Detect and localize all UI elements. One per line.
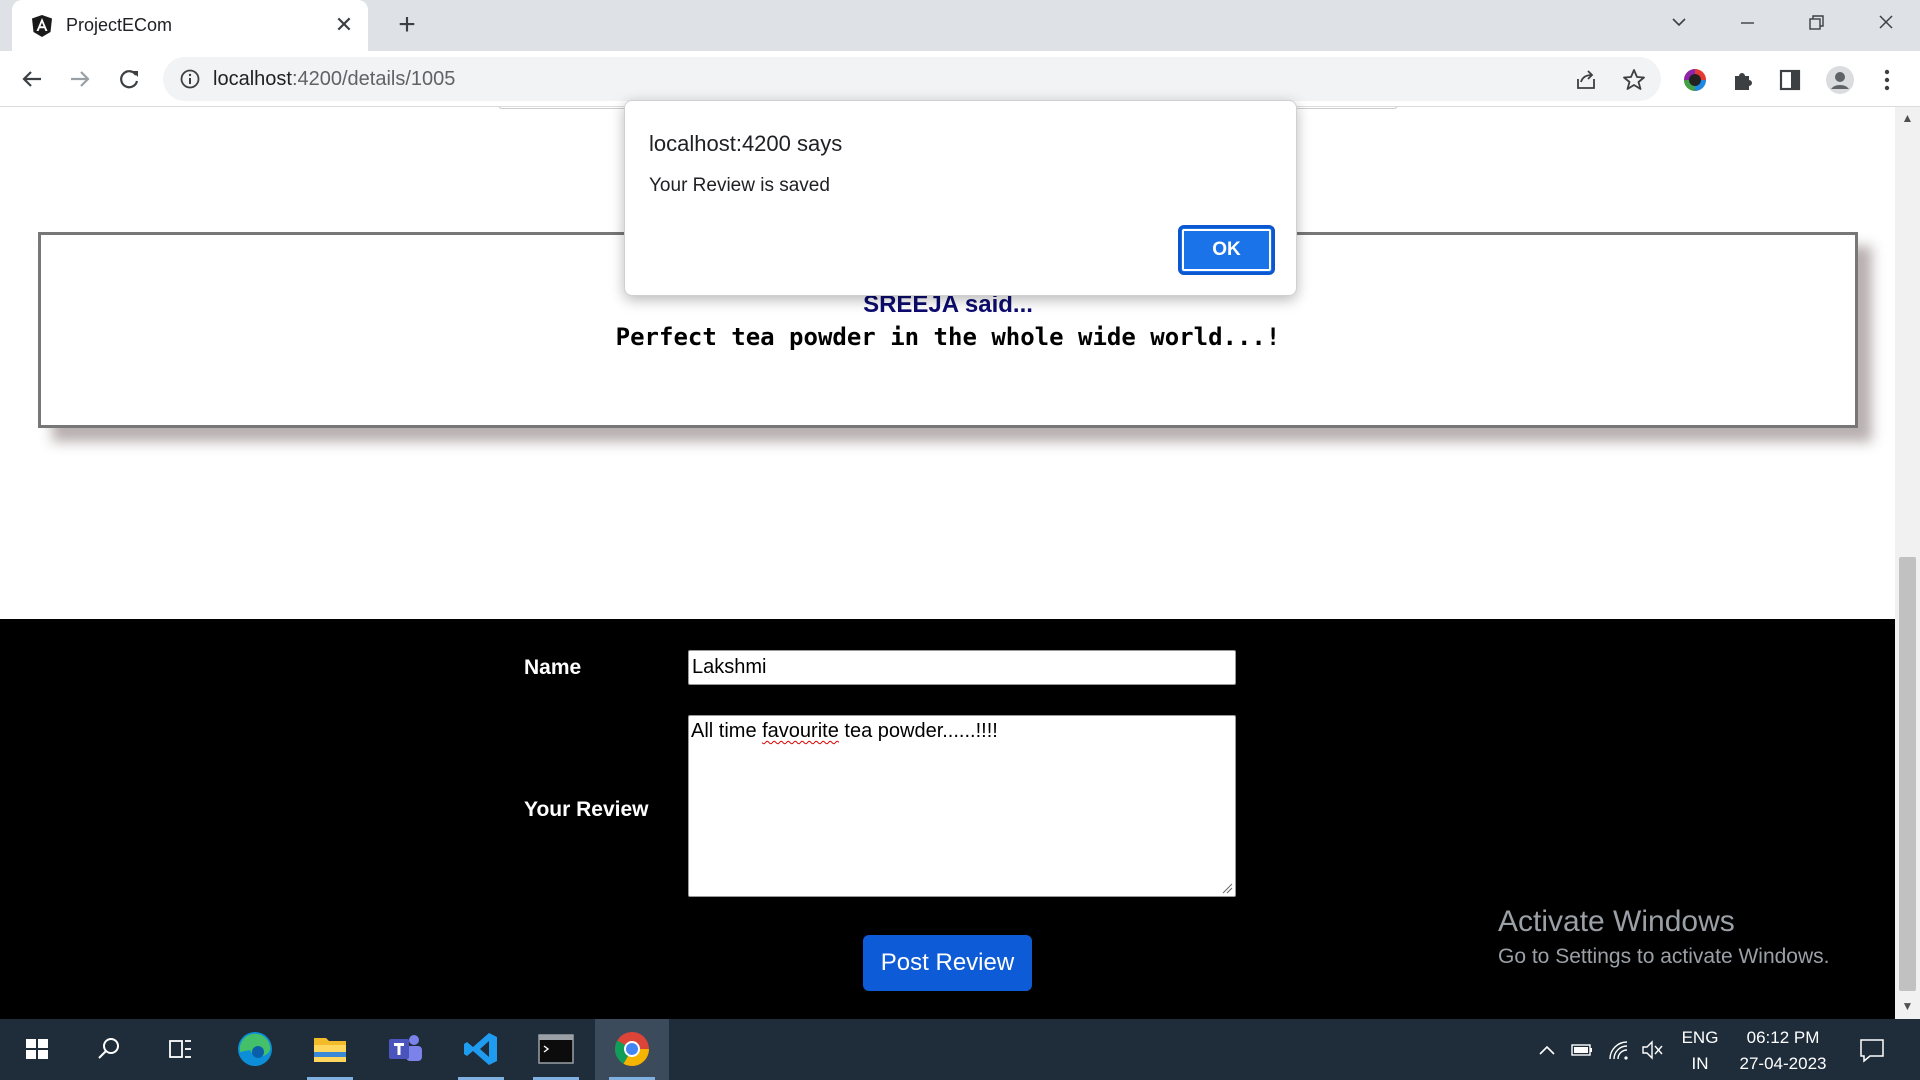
chrome-icon xyxy=(615,1032,649,1066)
search-icon xyxy=(98,1038,119,1059)
dialog-ok-button[interactable]: OK xyxy=(1178,225,1275,275)
taskbar-chrome[interactable] xyxy=(595,1019,669,1080)
windows-logo-icon xyxy=(26,1039,48,1059)
notification-center-icon[interactable] xyxy=(1858,1036,1886,1064)
side-panel-icon[interactable] xyxy=(1777,67,1803,93)
review-value-suffix: tea powder......!!!! xyxy=(838,720,998,742)
name-label: Name xyxy=(524,656,582,679)
scroll-down-arrow-icon[interactable]: ▼ xyxy=(1895,999,1920,1015)
scroll-up-arrow-icon[interactable]: ▲ xyxy=(1895,111,1920,127)
activate-windows-subtitle: Go to Settings to activate Windows. xyxy=(1498,945,1830,968)
dialog-message: Your Review is saved xyxy=(649,175,830,196)
activate-windows-title: Activate Windows xyxy=(1498,905,1735,938)
volume-muted-icon[interactable] xyxy=(1641,1039,1665,1061)
name-input[interactable] xyxy=(688,650,1236,685)
activate-windows-watermark: Activate Windows Go to Settings to activ… xyxy=(1498,905,1830,969)
tab-title: ProjectECom xyxy=(66,15,173,35)
tab-search-chevron-icon[interactable] xyxy=(1659,10,1699,36)
review-value-misspelled: favourite xyxy=(762,720,839,742)
review-textarea[interactable]: All time favourite tea powder......!!!! xyxy=(688,715,1236,897)
start-button[interactable] xyxy=(0,1019,74,1080)
extensions-puzzle-icon[interactable] xyxy=(1730,67,1756,93)
taskbar-edge[interactable] xyxy=(218,1019,292,1080)
color-extension-icon[interactable] xyxy=(1682,67,1708,93)
reload-icon[interactable] xyxy=(113,63,145,95)
browser-tab-strip: ProjectECom ✕ + xyxy=(0,0,1920,51)
share-icon[interactable] xyxy=(1573,67,1599,93)
task-view-icon xyxy=(169,1040,191,1058)
clock-time[interactable]: 06:12 PM xyxy=(1731,1028,1835,1048)
taskbar-search-button[interactable] xyxy=(72,1019,146,1080)
taskbar-file-explorer[interactable] xyxy=(293,1019,367,1080)
restore-icon[interactable] xyxy=(1796,10,1836,36)
browser-toolbar: localhost:4200/details/1005 xyxy=(0,51,1920,107)
scrollbar-thumb[interactable] xyxy=(1899,557,1916,991)
windows-taskbar: ENG IN 06:12 PM 27-04-2023 xyxy=(0,1019,1920,1080)
url-path: :4200/details/1005 xyxy=(291,68,456,90)
url-host: localhost xyxy=(213,68,292,90)
bookmark-star-icon[interactable] xyxy=(1621,67,1647,93)
teams-icon xyxy=(389,1035,422,1061)
edge-browser-icon xyxy=(238,1032,272,1066)
close-window-icon[interactable] xyxy=(1866,10,1906,36)
taskbar-terminal[interactable] xyxy=(519,1019,593,1080)
show-hidden-icons-chevron-icon[interactable] xyxy=(1535,1039,1559,1061)
vscode-icon xyxy=(464,1033,497,1065)
tab-close-icon[interactable]: ✕ xyxy=(332,13,356,37)
angular-logo-icon xyxy=(32,15,52,37)
address-bar[interactable]: localhost:4200/details/1005 xyxy=(163,57,1661,101)
battery-icon[interactable] xyxy=(1570,1039,1594,1061)
page-scrollbar[interactable]: ▲ ▼ xyxy=(1895,107,1920,1019)
task-view-button[interactable] xyxy=(143,1019,217,1080)
new-tab-plus-icon[interactable]: + xyxy=(392,10,422,41)
review-text: Perfect tea powder in the whole wide wor… xyxy=(615,323,1281,351)
clock-date[interactable]: 27-04-2023 xyxy=(1731,1054,1835,1074)
resize-grip-icon[interactable] xyxy=(1221,882,1233,894)
profile-avatar-icon[interactable] xyxy=(1825,65,1855,95)
more-menu-icon[interactable] xyxy=(1874,67,1900,93)
minimize-icon[interactable] xyxy=(1727,10,1767,36)
taskbar-teams[interactable] xyxy=(368,1019,442,1080)
folder-icon xyxy=(314,1038,346,1062)
terminal-icon xyxy=(538,1034,574,1064)
post-review-button[interactable]: Post Review xyxy=(863,935,1032,991)
url-text: localhost:4200/details/1005 xyxy=(213,68,455,91)
language-indicator-bottom[interactable]: IN xyxy=(1678,1054,1722,1074)
wifi-icon[interactable] xyxy=(1607,1039,1631,1061)
dialog-title: localhost:4200 says xyxy=(649,131,843,156)
browser-tab-projectecom[interactable]: ProjectECom ✕ xyxy=(12,0,368,51)
site-info-icon[interactable] xyxy=(179,68,201,90)
your-review-label: Your Review xyxy=(524,798,649,821)
forward-arrow-icon[interactable] xyxy=(64,63,96,95)
alert-dialog: localhost:4200 says Your Review is saved… xyxy=(624,100,1297,296)
back-arrow-icon[interactable] xyxy=(16,63,48,95)
review-value-prefix: All time xyxy=(691,720,763,742)
taskbar-vscode[interactable] xyxy=(444,1019,518,1080)
language-indicator-top[interactable]: ENG xyxy=(1678,1028,1722,1048)
